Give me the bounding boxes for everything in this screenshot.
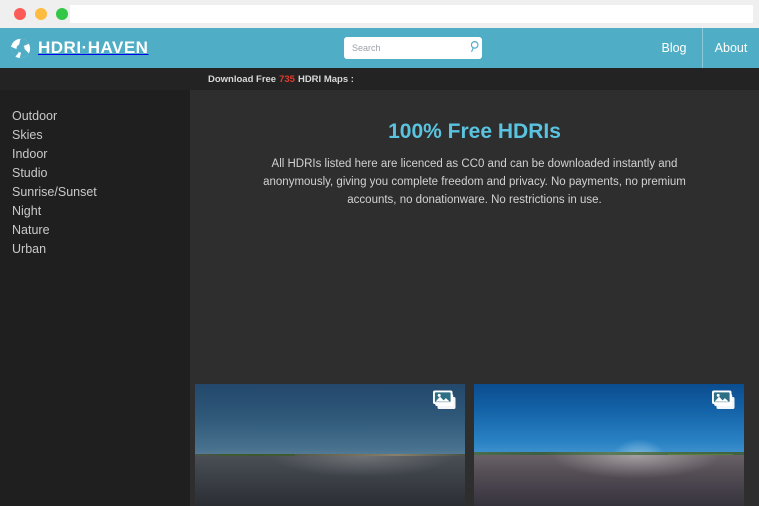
search-box[interactable] — [344, 37, 482, 59]
hdri-count-value: 735 — [279, 73, 295, 85]
panorama-ground — [195, 455, 465, 506]
search-button[interactable] — [469, 37, 482, 59]
subheader-bar: Download Free 735 HDRI Maps : — [0, 68, 759, 90]
page-title: 100% Free HDRIs — [388, 120, 561, 143]
minimize-window-button[interactable] — [35, 8, 47, 20]
hdri-count-prefix: Download Free — [208, 73, 277, 85]
site-logo[interactable]: HDRI·HAVEN — [10, 28, 148, 68]
page-description: All HDRIs listed here are licenced as CC… — [263, 158, 686, 206]
window-controls — [14, 8, 68, 20]
sidebar-item-night[interactable]: Night — [0, 202, 190, 221]
browser-chrome — [0, 0, 759, 28]
maximize-window-button[interactable] — [56, 8, 68, 20]
search-input[interactable] — [344, 43, 469, 53]
hdri-thumbnail-daytime[interactable] — [474, 384, 744, 506]
category-sidebar: Outdoor Skies Indoor Studio Sunrise/Suns… — [0, 90, 190, 506]
sidebar-item-indoor[interactable]: Indoor — [0, 145, 190, 164]
nav-item-blog[interactable]: Blog — [646, 28, 702, 68]
search-icon — [469, 40, 482, 56]
site-logo-text: HDRI·HAVEN — [38, 38, 149, 57]
hdri-count-label: Download Free 735 HDRI Maps : — [208, 68, 354, 90]
stacked-images-icon — [712, 389, 738, 411]
address-bar[interactable] — [70, 5, 753, 23]
site-header: HDRI·HAVEN Blog About — [0, 28, 759, 68]
aperture-icon — [10, 38, 31, 59]
hdri-count-suffix: HDRI Maps : — [297, 73, 354, 85]
sidebar-item-nature[interactable]: Nature — [0, 221, 190, 240]
sidebar-item-urban[interactable]: Urban — [0, 240, 190, 259]
hdri-thumbnail-grid — [195, 384, 759, 506]
stacked-images-icon — [433, 389, 459, 411]
sidebar-item-studio[interactable]: Studio — [0, 164, 190, 183]
close-window-button[interactable] — [14, 8, 26, 20]
page-body: Outdoor Skies Indoor Studio Sunrise/Suns… — [0, 90, 759, 506]
hdri-thumbnail-sunset[interactable] — [195, 384, 465, 506]
nav-item-about[interactable]: About — [703, 28, 759, 68]
top-navigation: Blog About — [646, 28, 759, 68]
panorama-ground — [474, 454, 744, 506]
sidebar-item-skies[interactable]: Skies — [0, 126, 190, 145]
sidebar-item-sunrise-sunset[interactable]: Sunrise/Sunset — [0, 183, 190, 202]
main-content: 100% Free HDRIs All HDRIs listed here ar… — [190, 90, 759, 506]
sidebar-item-outdoor[interactable]: Outdoor — [0, 107, 190, 126]
